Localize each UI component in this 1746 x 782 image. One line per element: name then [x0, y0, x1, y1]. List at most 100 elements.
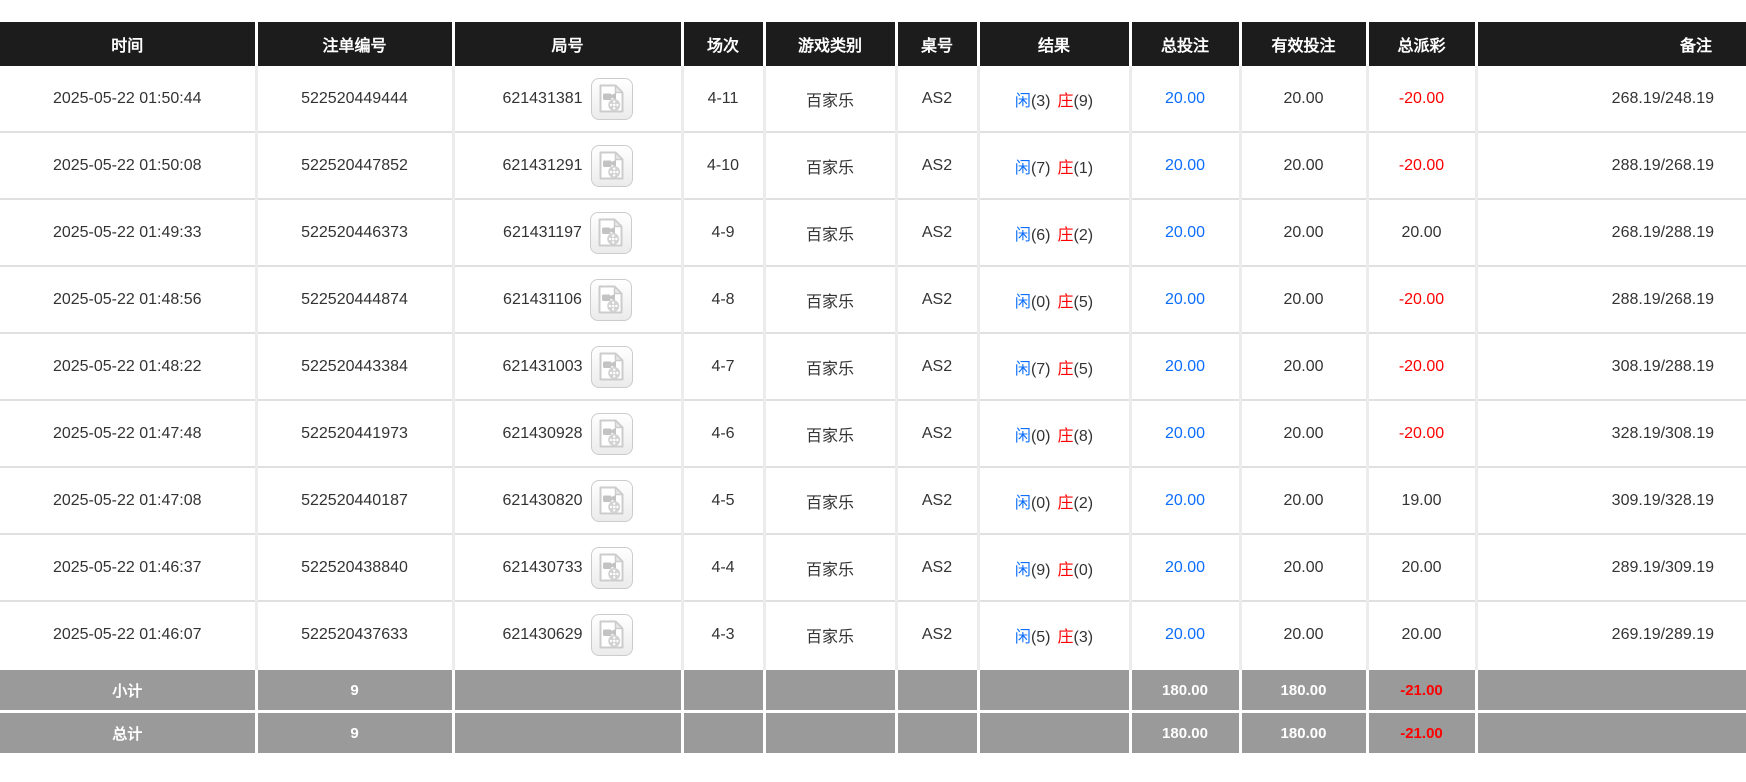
table-row: 2025-05-22 01:48:56 522520444874 6214311…	[0, 266, 1746, 333]
result-cell: 闲(9)庄(0)	[978, 534, 1130, 601]
remark-cell: 289.19/309.19	[1476, 534, 1746, 601]
table-row: 2025-05-22 01:50:08 522520447852 6214312…	[0, 132, 1746, 199]
banker-result-label: 庄	[1058, 361, 1074, 378]
player-result-score: (9)	[1031, 562, 1051, 579]
summary-label-cell: 小计	[0, 669, 256, 712]
summary-empty-cell	[1476, 669, 1746, 712]
total-bet-cell: 20.00	[1130, 467, 1240, 534]
table-row: 2025-05-22 01:50:44 522520449444 6214313…	[0, 66, 1746, 132]
round-number: 621431106	[503, 291, 582, 309]
round-number-cell: 621431003	[453, 333, 682, 400]
total-bet-cell: 20.00	[1130, 534, 1240, 601]
total-bet-cell: 20.00	[1130, 333, 1240, 400]
summary-empty-cell	[896, 669, 978, 712]
valid-bet-cell: 20.00	[1240, 266, 1367, 333]
video-replay-button[interactable]	[590, 279, 632, 321]
summary-empty-cell	[978, 712, 1130, 754]
game-type-cell: 百家乐	[764, 66, 896, 132]
video-file-icon	[599, 486, 624, 515]
session-cell: 4-4	[682, 534, 764, 601]
video-replay-button[interactable]	[591, 145, 633, 187]
summary-valid-bet-cell: 180.00	[1240, 712, 1367, 754]
round-number-cell: 621430733	[453, 534, 682, 601]
valid-bet-cell: 20.00	[1240, 467, 1367, 534]
video-file-icon	[598, 218, 623, 247]
time-cell: 2025-05-22 01:47:48	[0, 400, 256, 467]
video-replay-button[interactable]	[591, 78, 633, 120]
summary-empty-cell	[764, 669, 896, 712]
game-type-cell: 百家乐	[764, 333, 896, 400]
column-header-7: 结果	[978, 22, 1130, 66]
video-file-icon	[599, 620, 624, 649]
video-replay-button[interactable]	[591, 346, 633, 388]
total-bet-cell: 20.00	[1130, 132, 1240, 199]
session-cell: 4-10	[682, 132, 764, 199]
bet-number-cell: 522520444874	[256, 266, 453, 333]
payout-cell: 20.00	[1367, 601, 1476, 669]
video-replay-button[interactable]	[591, 480, 633, 522]
round-number: 621431381	[502, 90, 582, 108]
remark-cell: 269.19/289.19	[1476, 601, 1746, 669]
payout-cell: -20.00	[1367, 266, 1476, 333]
table-header-row: 时间注单编号局号场次游戏类别桌号结果总投注有效投注总派彩备注	[0, 22, 1746, 66]
bet-records-table: 时间注单编号局号场次游戏类别桌号结果总投注有效投注总派彩备注 2025-05-2…	[0, 22, 1746, 753]
summary-row: 总计 9 180.00 180.00 -21.00	[0, 712, 1746, 754]
round-number-cell: 621430820	[453, 467, 682, 534]
player-result-score: (6)	[1031, 227, 1051, 244]
table-number-cell: AS2	[896, 266, 978, 333]
round-number: 621431197	[503, 224, 582, 242]
time-cell: 2025-05-22 01:50:08	[0, 132, 256, 199]
banker-result-label: 庄	[1058, 562, 1074, 579]
valid-bet-cell: 20.00	[1240, 534, 1367, 601]
round-number: 621430820	[502, 492, 582, 510]
page: { "colors": { "header_bg": "#1c1c1c", "f…	[0, 22, 1746, 782]
video-replay-button[interactable]	[590, 212, 632, 254]
valid-bet-cell: 20.00	[1240, 601, 1367, 669]
round-number-cell: 621431291	[453, 132, 682, 199]
video-replay-button[interactable]	[591, 413, 633, 455]
table-row: 2025-05-22 01:46:07 522520437633 6214306…	[0, 601, 1746, 669]
round-number-cell: 621431381	[453, 66, 682, 132]
total-bet-cell: 20.00	[1130, 601, 1240, 669]
remark-cell: 268.19/288.19	[1476, 199, 1746, 266]
total-bet-cell: 20.00	[1130, 400, 1240, 467]
session-cell: 4-7	[682, 333, 764, 400]
column-header-3: 局号	[453, 22, 682, 66]
table-number-cell: AS2	[896, 199, 978, 266]
round-number: 621430629	[502, 626, 582, 644]
video-replay-button[interactable]	[591, 614, 633, 656]
player-result-score: (0)	[1031, 495, 1051, 512]
payout-cell: -20.00	[1367, 400, 1476, 467]
column-header-9: 有效投注	[1240, 22, 1367, 66]
banker-result-label: 庄	[1058, 428, 1074, 445]
bet-number-cell: 522520440187	[256, 467, 453, 534]
column-header-10: 总派彩	[1367, 22, 1476, 66]
remark-cell: 308.19/288.19	[1476, 333, 1746, 400]
player-result-label: 闲	[1015, 361, 1031, 378]
table-row: 2025-05-22 01:46:37 522520438840 6214307…	[0, 534, 1746, 601]
game-type-cell: 百家乐	[764, 534, 896, 601]
table-number-cell: AS2	[896, 132, 978, 199]
valid-bet-cell: 20.00	[1240, 333, 1367, 400]
video-replay-button[interactable]	[591, 547, 633, 589]
banker-result-label: 庄	[1058, 227, 1074, 244]
summary-count-cell: 9	[256, 712, 453, 754]
banker-result-score: (2)	[1074, 227, 1094, 244]
game-type-cell: 百家乐	[764, 132, 896, 199]
banker-result-score: (9)	[1074, 93, 1094, 110]
video-file-icon	[599, 352, 624, 381]
remark-cell: 328.19/308.19	[1476, 400, 1746, 467]
round-number: 621431291	[502, 157, 582, 175]
player-result-score: (7)	[1031, 160, 1051, 177]
banker-result-score: (8)	[1074, 428, 1094, 445]
column-header-6: 桌号	[896, 22, 978, 66]
table-number-cell: AS2	[896, 400, 978, 467]
player-result-label: 闲	[1015, 562, 1031, 579]
summary-count-cell: 9	[256, 669, 453, 712]
summary-empty-cell	[896, 712, 978, 754]
session-cell: 4-11	[682, 66, 764, 132]
result-cell: 闲(5)庄(3)	[978, 601, 1130, 669]
time-cell: 2025-05-22 01:47:08	[0, 467, 256, 534]
session-cell: 4-9	[682, 199, 764, 266]
column-header-4: 场次	[682, 22, 764, 66]
